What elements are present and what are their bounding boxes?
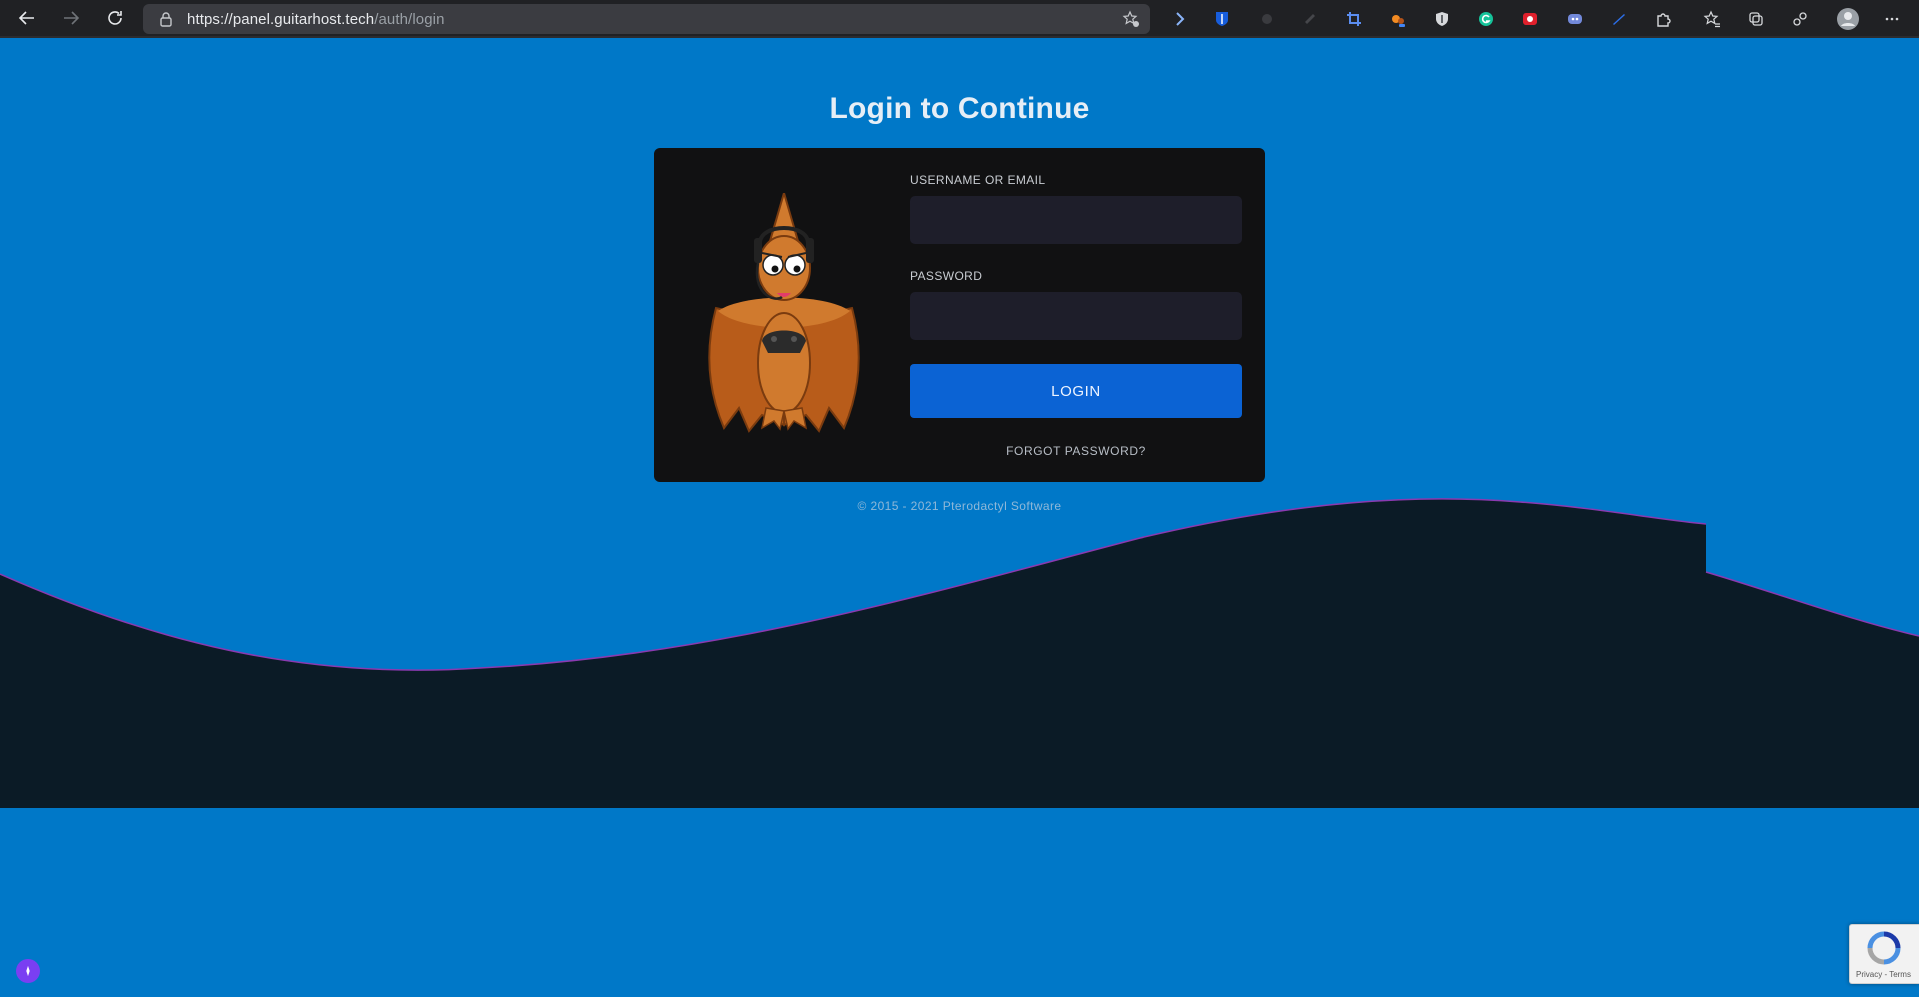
login-button[interactable]: LOGIN (910, 364, 1242, 418)
recaptcha-text: Privacy - Terms (1856, 970, 1911, 979)
login-card: USERNAME OR EMAIL PASSWORD LOGIN FORGOT … (654, 148, 1265, 482)
page-title: Login to Continue (829, 92, 1090, 125)
recaptcha-icon (1867, 931, 1901, 965)
compass-icon (26, 965, 30, 977)
password-label: PASSWORD (910, 269, 983, 283)
username-input[interactable] (910, 196, 1242, 244)
copyright-text: © 2015 - 2021 Pterodactyl Software (857, 499, 1062, 513)
pterodactyl-mascot-image (708, 193, 860, 433)
recaptcha-badge[interactable]: Privacy - Terms (1849, 924, 1919, 984)
assistant-icon[interactable] (16, 959, 40, 983)
username-label: USERNAME OR EMAIL (910, 173, 1046, 187)
forgot-password-link[interactable]: FORGOT PASSWORD? (910, 444, 1242, 458)
password-input[interactable] (910, 292, 1242, 340)
